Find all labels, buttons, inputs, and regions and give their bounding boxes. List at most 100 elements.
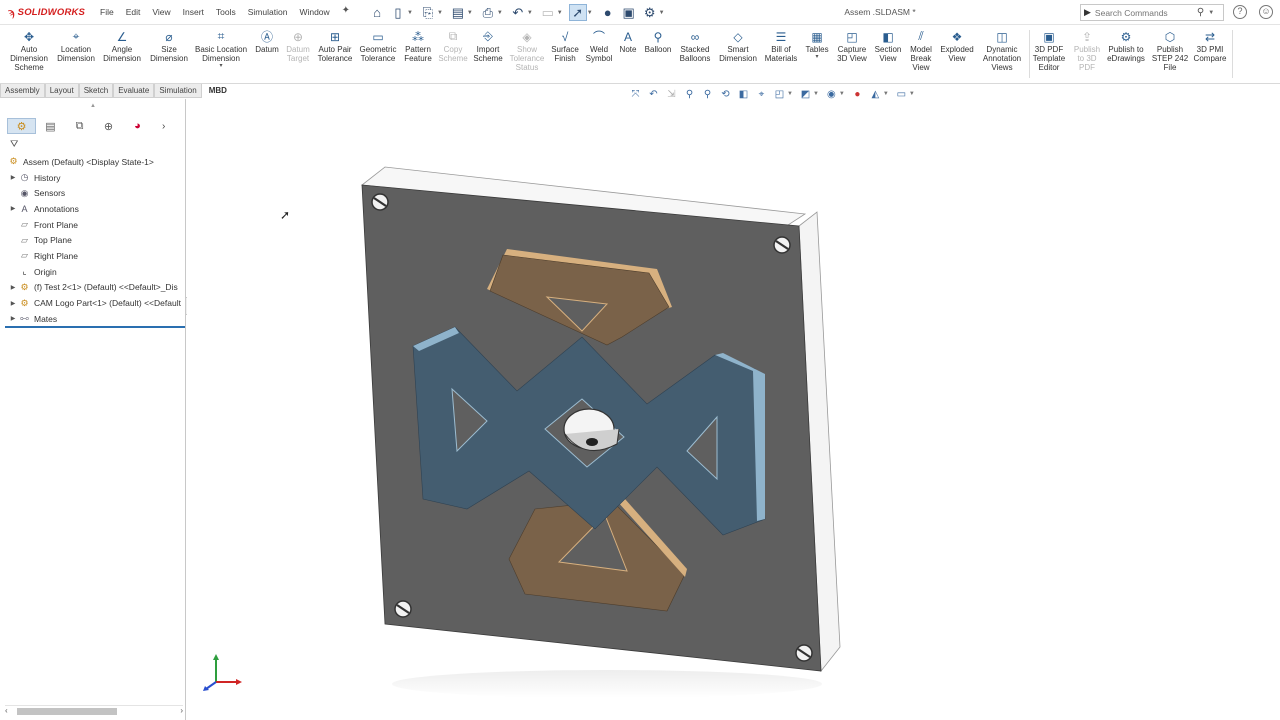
- screw-bottom-left[interactable]: [394, 600, 412, 618]
- stacked-balloons-icon: ∞: [690, 29, 700, 44]
- dimxpert-manager-tab-icon[interactable]: ⊕: [94, 118, 123, 134]
- tab-mbd[interactable]: MBD: [201, 84, 231, 98]
- view-settings-dropdown-icon[interactable]: ▼: [909, 91, 915, 97]
- tree-item-top-plane[interactable]: ▱ Top Plane: [0, 232, 186, 248]
- user-account-icon[interactable]: ☺: [1259, 5, 1273, 19]
- screw-bottom-right[interactable]: [795, 644, 813, 662]
- tree-item-annotations[interactable]: ▶ A Annotations: [0, 201, 186, 217]
- expand-icon[interactable]: ▶: [8, 174, 18, 181]
- dropdown-caret-icon[interactable]: ▾: [815, 54, 818, 60]
- menu-view[interactable]: View: [152, 7, 170, 17]
- redo-dropdown-icon[interactable]: ▼: [557, 10, 563, 16]
- tab-assembly[interactable]: Assembly: [0, 84, 45, 98]
- tree-item-label: Right Plane: [34, 250, 78, 261]
- menu-tools[interactable]: Tools: [216, 7, 236, 17]
- search-commands-box[interactable]: ▶ ⚲ ▼: [1080, 4, 1224, 21]
- tree-item-test-2[interactable]: ▶ ⚙ (f) Test 2<1> (Default) <<Default>_D…: [0, 280, 186, 296]
- traffic-light-icon[interactable]: ●: [599, 4, 617, 21]
- tab-evaluate[interactable]: Evaluate: [113, 84, 155, 98]
- print-dropdown-icon[interactable]: ▼: [497, 10, 503, 16]
- search-dropdown-icon[interactable]: ▼: [1208, 10, 1214, 16]
- exploded-view-icon: ❖: [951, 29, 963, 44]
- property-manager-tab-icon[interactable]: ▤: [36, 118, 65, 134]
- open-icon[interactable]: ⎘: [419, 4, 437, 21]
- help-icon[interactable]: ?: [1233, 5, 1247, 19]
- scroll-right-icon[interactable]: ›: [180, 706, 183, 715]
- menu-file[interactable]: File: [100, 7, 114, 17]
- file-properties-icon[interactable]: ▣: [620, 4, 638, 21]
- tree-item-front-plane[interactable]: ▱ Front Plane: [0, 217, 186, 233]
- tab-layout[interactable]: Layout: [44, 84, 79, 98]
- display-style-dropdown-icon[interactable]: ▼: [813, 91, 819, 97]
- search-icon[interactable]: ⚲: [1197, 7, 1204, 18]
- horizontal-scrollbar[interactable]: ‹ ›: [5, 705, 183, 715]
- menu-insert[interactable]: Insert: [183, 7, 204, 17]
- print-icon[interactable]: ⎙: [479, 4, 497, 21]
- tree-item-sensors[interactable]: ◉ Sensors: [0, 185, 186, 201]
- filter-icon[interactable]: ⛛: [10, 139, 18, 150]
- graphics-viewport[interactable]: ➚: [187, 99, 1280, 720]
- screw-top-right[interactable]: [773, 236, 791, 254]
- tree-root-label: Assem (Default) <Display State-1>: [23, 156, 154, 167]
- options-gear-icon[interactable]: ⚙: [641, 4, 659, 21]
- title-bar: ϡ SOLIDWORKS File Edit View Insert Tools…: [0, 0, 1280, 25]
- undo-dropdown-icon[interactable]: ▼: [527, 10, 533, 16]
- display-manager-tab-icon[interactable]: ◕: [123, 118, 152, 134]
- assembly-model[interactable]: [187, 99, 1280, 720]
- command-manager: ✥ Auto Dimension Scheme ⌖ Location Dimensio…: [0, 25, 1280, 84]
- expand-icon[interactable]: ▶: [8, 284, 18, 291]
- tree-item-right-plane[interactable]: ▱ Right Plane: [0, 248, 186, 264]
- cmd-3d-pmi-compare-button[interactable]: ⇄ 3D PMI Compare: [1180, 29, 1240, 64]
- panel-collapse-icon[interactable]: ▲: [90, 103, 96, 109]
- tree-item-label: Annotations: [34, 203, 79, 214]
- search-input[interactable]: [1094, 7, 1195, 18]
- select-pointer-icon[interactable]: ➚: [568, 4, 587, 21]
- screw-top-left[interactable]: [371, 193, 389, 211]
- tree-root-assembly[interactable]: ⚙ Assem (Default) <Display State-1>: [0, 154, 186, 170]
- new-document-icon[interactable]: ▯: [389, 4, 407, 21]
- expand-icon[interactable]: ▶: [8, 205, 18, 212]
- tab-simulation[interactable]: Simulation: [154, 84, 202, 98]
- toolbar-separator: [1029, 30, 1030, 78]
- cmd-size-dimension-button[interactable]: ⌀ Size Dimension: [139, 29, 199, 64]
- scene-dropdown-icon[interactable]: ▼: [883, 91, 889, 97]
- more-tabs-icon[interactable]: ›: [162, 121, 165, 132]
- dropdown-caret-icon[interactable]: ▾: [219, 63, 222, 69]
- redo-icon[interactable]: ▭: [539, 4, 557, 21]
- feature-manager-tab-icon[interactable]: ⚙: [7, 118, 36, 134]
- tree-item-label: CAM Logo Part<1> (Default) <<Default: [34, 298, 181, 309]
- feature-manager-panel: ▲ ⚙ ▤ ⧉ ⊕ ◕ › ⛛ ⚙ Assem (Default) <Displ…: [0, 99, 186, 720]
- hide-show-dropdown-icon[interactable]: ▼: [839, 91, 845, 97]
- new-dropdown-icon[interactable]: ▼: [407, 10, 413, 16]
- select-dropdown-icon[interactable]: ▼: [587, 10, 593, 16]
- tab-sketch[interactable]: Sketch: [78, 84, 114, 98]
- location-dimension-icon: ⌖: [72, 29, 80, 43]
- plane-icon: ▱: [21, 234, 28, 245]
- scroll-left-icon[interactable]: ‹: [5, 706, 8, 715]
- menu-edit[interactable]: Edit: [126, 7, 141, 17]
- home-icon[interactable]: ⌂: [368, 4, 386, 21]
- tree-item-history[interactable]: ▶ ◷ History: [0, 170, 186, 186]
- tree-item-label: History: [34, 172, 61, 183]
- save-icon[interactable]: ▤: [449, 4, 467, 21]
- expand-icon[interactable]: ▶: [8, 315, 18, 322]
- tree-item-origin[interactable]: ⌞ Origin: [0, 264, 186, 280]
- save-dropdown-icon[interactable]: ▼: [467, 10, 473, 16]
- open-dropdown-icon[interactable]: ▼: [437, 10, 443, 16]
- tree-rollback-bar[interactable]: [5, 326, 185, 328]
- menu-window[interactable]: Window: [299, 7, 329, 17]
- solidworks-logo[interactable]: ϡ SOLIDWORKS: [8, 5, 85, 20]
- size-dimension-icon: ⌀: [165, 29, 173, 44]
- view-orientation-dropdown-icon[interactable]: ▼: [787, 91, 793, 97]
- logo-blue-cross[interactable]: [412, 326, 766, 536]
- tree-item-mates[interactable]: ▶ ⧟ Mates: [0, 311, 186, 327]
- scrollbar-thumb[interactable]: [17, 708, 117, 715]
- options-dropdown-icon[interactable]: ▼: [659, 10, 665, 16]
- tree-item-cam-logo-part[interactable]: ▶ ⚙ CAM Logo Part<1> (Default) <<Default: [0, 295, 186, 311]
- pin-menu-icon[interactable]: ✦: [342, 5, 350, 17]
- configuration-manager-tab-icon[interactable]: ⧉: [65, 118, 94, 134]
- publish-step-242-icon: ⬡: [1164, 29, 1176, 44]
- expand-icon[interactable]: ▶: [8, 300, 18, 307]
- menu-simulation[interactable]: Simulation: [248, 7, 288, 17]
- undo-icon[interactable]: ↶: [509, 4, 527, 21]
